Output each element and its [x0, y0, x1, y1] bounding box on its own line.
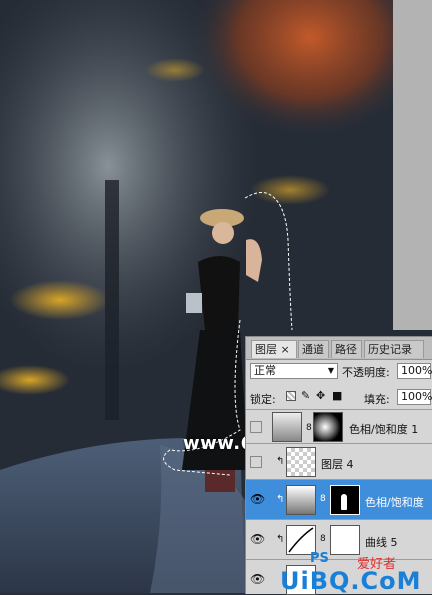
layer-name: 曲线 5	[365, 536, 398, 549]
opacity-value: 100%	[401, 364, 432, 377]
lock-paint-icon[interactable]: ✎	[301, 389, 310, 402]
chain-icon: 8	[320, 494, 326, 504]
clip-arrow-icon: ↰	[276, 494, 285, 505]
tab-layers[interactable]: 图层 ×	[251, 340, 297, 358]
lock-transparent-icon[interactable]	[286, 391, 296, 401]
chain-icon: 8	[306, 423, 312, 433]
lock-all-icon[interactable]: ■	[332, 389, 342, 402]
tab-paths-label: 路径	[335, 343, 357, 356]
eye-icon[interactable]: 👁	[250, 532, 265, 546]
logo-main-text: UiBQ.CoM	[280, 567, 422, 595]
layer-name: 图层 4	[321, 458, 354, 471]
tab-history-label: 历史记录	[368, 343, 412, 356]
layer-row[interactable]: ↰ 图层 4	[246, 443, 432, 479]
opacity-label: 不透明度:	[342, 366, 390, 379]
layer-row[interactable]: 8 色相/饱和度 1	[246, 409, 432, 443]
blend-mode-select[interactable]: 正常 ▼	[250, 363, 338, 379]
opacity-field[interactable]: 100%	[397, 363, 432, 379]
mask-thumbnail	[330, 485, 360, 515]
adjustment-thumbnail	[272, 412, 302, 442]
tab-channels-label: 通道	[302, 343, 324, 356]
adjustment-thumbnail	[286, 485, 316, 515]
tab-paths[interactable]: 路径	[331, 340, 362, 358]
visibility-toggle[interactable]	[250, 456, 262, 468]
tab-layers-label: 图层	[255, 343, 277, 356]
fill-label: 填充:	[364, 393, 390, 406]
layer-thumbnail	[286, 447, 316, 477]
layer-name: 色相/饱和度 1	[349, 423, 419, 436]
close-icon[interactable]: ×	[281, 343, 290, 356]
visibility-toggle[interactable]	[250, 421, 262, 433]
chevron-down-icon: ▼	[327, 366, 334, 375]
logo-ps-text: PS	[310, 551, 329, 566]
lock-move-icon[interactable]: ✥	[316, 389, 325, 402]
blend-mode-value: 正常	[254, 364, 276, 377]
tab-history[interactable]: 历史记录	[364, 340, 424, 358]
mask-thumbnail	[313, 412, 343, 442]
canvas-background	[393, 0, 432, 330]
eye-icon[interactable]: 👁	[250, 492, 265, 506]
chain-icon: 8	[320, 534, 326, 544]
layer-row-selected[interactable]: 👁 ↰ 8 色相/饱和度	[246, 479, 432, 519]
lock-label: 锁定:	[250, 393, 276, 406]
clip-arrow-icon: ↰	[276, 456, 285, 467]
fill-field[interactable]: 100%	[397, 389, 432, 405]
fill-value: 100%	[401, 390, 432, 403]
tab-channels[interactable]: 通道	[298, 340, 329, 358]
panel-tabs: 图层 × 通道 路径 历史记录	[246, 337, 432, 360]
eye-icon[interactable]: 👁	[250, 572, 265, 586]
clip-arrow-icon: ↰	[276, 534, 285, 545]
layer-name: 色相/饱和度	[365, 496, 424, 509]
site-logo: PS 爱好者 UiBQ.CoM	[280, 549, 432, 595]
